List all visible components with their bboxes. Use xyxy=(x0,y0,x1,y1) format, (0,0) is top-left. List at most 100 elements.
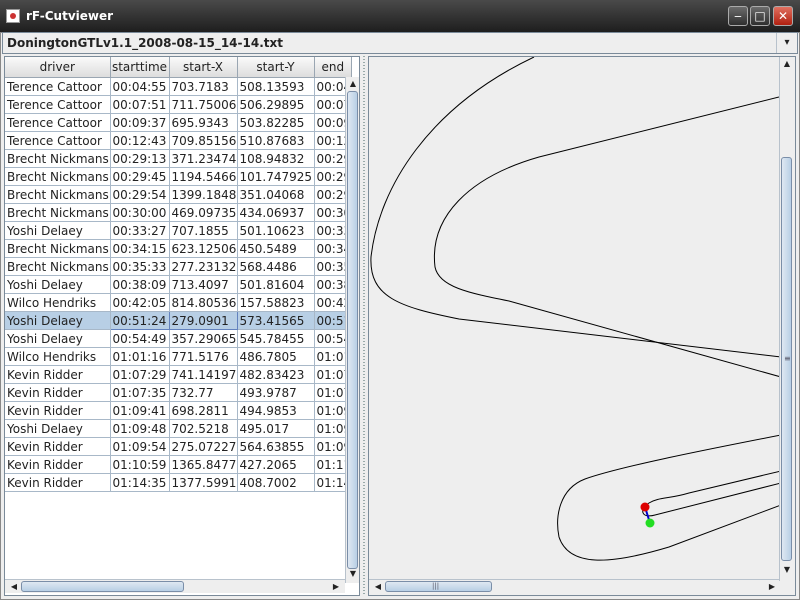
column-header-starttime[interactable]: starttime xyxy=(110,57,170,78)
table-cell[interactable]: Yoshi Delaey xyxy=(5,221,111,240)
table-cell[interactable]: 501.10623 xyxy=(237,221,315,240)
table-cell[interactable]: 486.7805 xyxy=(237,347,315,366)
table-cell[interactable]: 00:42:05 xyxy=(110,293,170,312)
table-cell[interactable]: 00:07:51 xyxy=(110,95,170,114)
table-vertical-scroll-thumb[interactable] xyxy=(347,91,358,569)
table-cell[interactable]: 01:09:54 xyxy=(110,437,170,456)
table-row[interactable]: Wilco Hendriks 00:42:05 814.80536 157.58823… xyxy=(5,293,353,312)
table-cell[interactable]: 732.77 xyxy=(169,383,238,402)
table-cell[interactable]: Kevin Ridder xyxy=(5,383,111,402)
table-cell[interactable]: Brecht Nickmans xyxy=(5,185,111,204)
table-row[interactable]: Brecht Nickmans 00:34:15 623.12506 450.5489… xyxy=(5,239,353,258)
map-vertical-scrollbar[interactable]: ▲ ≡ ▼ xyxy=(779,57,793,581)
table-cell[interactable]: 00:29:45 xyxy=(110,167,170,186)
table-row[interactable]: Kevin Ridder 01:07:35 732.77 493.9787 01:07 xyxy=(5,383,353,402)
table-cell[interactable]: 01:07:35 xyxy=(110,383,170,402)
table-row[interactable]: Brecht Nickmans 00:29:54 1399.1848 351.0406… xyxy=(5,185,353,204)
table-row[interactable]: Yoshi Delaey 00:51:24 279.0901 573.41565 00:… xyxy=(5,311,353,330)
table-cell[interactable]: 351.04068 xyxy=(237,185,315,204)
table-cell[interactable]: 495.017 xyxy=(237,419,315,438)
table-cell[interactable]: 568.4486 xyxy=(237,257,315,276)
table-cell[interactable]: 501.81604 xyxy=(237,275,315,294)
table-cell[interactable]: 371.23474 xyxy=(169,149,238,168)
table-row[interactable]: Brecht Nickmans 00:29:13 371.23474 108.9483… xyxy=(5,149,353,168)
scroll-left-arrow-icon[interactable]: ◀ xyxy=(7,580,21,594)
table-cell[interactable]: Kevin Ridder xyxy=(5,437,111,456)
table-cell[interactable]: 101.747925 xyxy=(237,167,315,186)
table-row[interactable]: Brecht Nickmans 00:29:45 1194.5466 101.7479… xyxy=(5,167,353,186)
table-cell[interactable]: Brecht Nickmans xyxy=(5,149,111,168)
map-scroll-right-arrow-icon[interactable]: ▶ xyxy=(765,580,779,594)
scroll-up-arrow-icon[interactable]: ▲ xyxy=(346,77,359,91)
table-row[interactable]: Brecht Nickmans 00:30:00 469.09735 434.0693… xyxy=(5,203,353,222)
table-cell[interactable]: 493.9787 xyxy=(237,383,315,402)
table-cell[interactable]: Kevin Ridder xyxy=(5,455,111,474)
table-cell[interactable]: 695.9343 xyxy=(169,113,238,132)
table-cell[interactable]: 157.58823 xyxy=(237,293,315,312)
chevron-down-icon[interactable]: ▾ xyxy=(776,33,797,53)
map-scroll-up-arrow-icon[interactable]: ▲ xyxy=(780,57,794,71)
table-cell[interactable]: 482.83423 xyxy=(237,365,315,384)
table-cell[interactable]: 698.2811 xyxy=(169,401,238,420)
table-cell[interactable]: 01:01:16 xyxy=(110,347,170,366)
table-cell[interactable]: 408.7002 xyxy=(237,473,315,492)
table-cell[interactable]: 469.09735 xyxy=(169,203,238,222)
table-cell[interactable]: 494.9853 xyxy=(237,401,315,420)
table-cell[interactable]: 450.5489 xyxy=(237,239,315,258)
table-cell[interactable]: 00:12:43 xyxy=(110,131,170,150)
table-cell[interactable]: 00:04:55 xyxy=(110,77,170,96)
maximize-button[interactable]: □ xyxy=(750,6,770,26)
table-cell[interactable]: 702.5218 xyxy=(169,419,238,438)
table-cell[interactable]: Brecht Nickmans xyxy=(5,167,111,186)
table-row[interactable]: Yoshi Delaey 00:54:49 357.29065 545.78455 00… xyxy=(5,329,353,348)
map-vertical-scroll-thumb[interactable]: ≡ xyxy=(781,157,792,561)
table-cell[interactable]: 573.41565 xyxy=(237,311,315,330)
table-row[interactable]: Kevin Ridder 01:07:29 741.14197 482.83423 01… xyxy=(5,365,353,384)
table-cell[interactable]: 108.94832 xyxy=(237,149,315,168)
table-row[interactable]: Terence Cattoor 00:04:55 703.7183 508.13593… xyxy=(5,77,353,96)
table-row[interactable]: Terence Cattoor 00:12:43 709.85156 510.8768… xyxy=(5,131,353,150)
table-cell[interactable]: Terence Cattoor xyxy=(5,131,111,150)
table-horizontal-scroll-thumb[interactable] xyxy=(21,581,184,592)
table-row[interactable]: Kevin Ridder 01:14:35 1377.5991 408.7002 01:… xyxy=(5,473,353,492)
title-bar[interactable]: rF-Cutviewer ‒ □ ✕ xyxy=(0,0,800,32)
table-row[interactable]: Yoshi Delaey 00:38:09 713.4097 501.81604 00:… xyxy=(5,275,353,294)
table-cell[interactable]: 545.78455 xyxy=(237,329,315,348)
table-horizontal-scrollbar[interactable]: ◀ ▶ xyxy=(5,579,345,593)
table-cell[interactable]: 623.12506 xyxy=(169,239,238,258)
table-cell[interactable]: 01:07:29 xyxy=(110,365,170,384)
table-cell[interactable]: 00:35:33 xyxy=(110,257,170,276)
table-cell[interactable]: 1399.1848 xyxy=(169,185,238,204)
table-cell[interactable]: 01:09:48 xyxy=(110,419,170,438)
table-cell[interactable]: Brecht Nickmans xyxy=(5,203,111,222)
table-cell[interactable]: 510.87683 xyxy=(237,131,315,150)
table-row[interactable]: Yoshi Delaey 01:09:48 702.5218 495.017 01:09 xyxy=(5,419,353,438)
column-header-driver[interactable]: driver xyxy=(5,57,111,78)
table-cell[interactable]: 506.29895 xyxy=(237,95,315,114)
table-cell[interactable]: 709.85156 xyxy=(169,131,238,150)
table-cell[interactable]: Brecht Nickmans xyxy=(5,257,111,276)
table-cell[interactable]: 508.13593 xyxy=(237,77,315,96)
table-cell[interactable]: 771.5176 xyxy=(169,347,238,366)
table-cell[interactable]: Terence Cattoor xyxy=(5,95,111,114)
table-cell[interactable]: 00:29:13 xyxy=(110,149,170,168)
table-cell[interactable]: 427.2065 xyxy=(237,455,315,474)
table-cell[interactable]: Yoshi Delaey xyxy=(5,329,111,348)
column-header-start-x[interactable]: start-X xyxy=(169,57,238,78)
scroll-down-arrow-icon[interactable]: ▼ xyxy=(346,567,359,581)
table-row[interactable]: Terence Cattoor 00:09:37 695.9343 503.82285… xyxy=(5,113,353,132)
table-cell[interactable]: 279.0901 xyxy=(168,311,238,330)
table-row[interactable]: Terence Cattoor 00:07:51 711.75006 506.2989… xyxy=(5,95,353,114)
table-cell[interactable]: Terence Cattoor xyxy=(5,77,111,96)
table-cell[interactable]: 277.23132 xyxy=(169,257,238,276)
table-cell[interactable]: 1377.5991 xyxy=(169,473,238,492)
table-cell[interactable]: 00:09:37 xyxy=(110,113,170,132)
table-cell[interactable]: 814.80536 xyxy=(169,293,238,312)
table-cell[interactable]: Kevin Ridder xyxy=(5,473,111,492)
close-button[interactable]: ✕ xyxy=(773,6,793,26)
table-cell[interactable]: 00:29:54 xyxy=(110,185,170,204)
table-cell[interactable]: 713.4097 xyxy=(169,275,238,294)
minimize-button[interactable]: ‒ xyxy=(728,6,748,26)
table-cell[interactable]: Yoshi Delaey xyxy=(5,419,111,438)
table-cell[interactable]: 01:14:35 xyxy=(110,473,170,492)
